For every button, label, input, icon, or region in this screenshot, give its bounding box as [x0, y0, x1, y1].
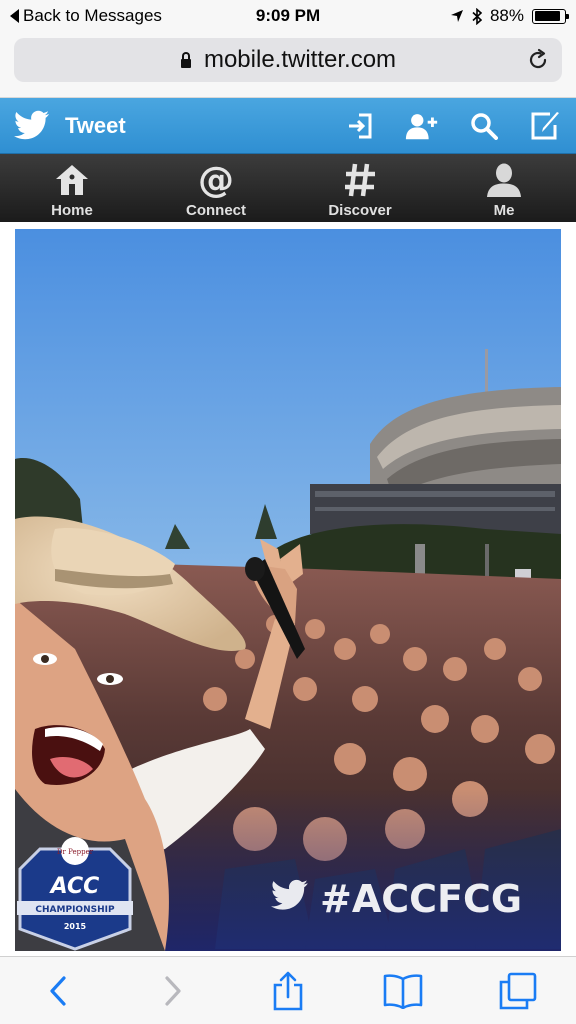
nav-item-connect[interactable]: @ Connect — [144, 154, 288, 222]
compose-button[interactable] — [528, 108, 564, 144]
nav-item-discover[interactable]: Discover — [288, 154, 432, 222]
badge-sponsor: Dr Pepper — [57, 848, 94, 856]
battery-percent: 88% — [489, 6, 524, 25]
back-button[interactable] — [34, 967, 82, 1015]
sign-in-button[interactable] — [342, 108, 378, 144]
battery-icon — [532, 8, 569, 24]
page-title: Tweet — [65, 113, 126, 138]
add-user-button[interactable] — [404, 108, 440, 144]
browser-chrome: mobile.twitter.com — [0, 32, 576, 98]
share-button[interactable] — [264, 967, 312, 1015]
house-icon — [56, 165, 88, 195]
twitter-header: Tweet — [0, 98, 576, 154]
acc-championship-badge: Dr Pepper ACC CHAMPIONSHIP 2015 — [17, 837, 133, 951]
tweet-media-area: Dr Pepper ACC CHAMPIONSHIP 2015 #ACCFCG — [0, 222, 576, 956]
url-text: mobile.twitter.com — [203, 46, 397, 73]
add-user-icon — [405, 114, 438, 140]
nav-label-discover: Discover — [328, 202, 392, 219]
browser-toolbar — [0, 956, 576, 1024]
status-right: 88% — [450, 6, 569, 26]
tabs-icon — [500, 972, 537, 1009]
nav-label-me: Me — [493, 202, 515, 219]
bookmarks-icon — [383, 973, 423, 1009]
search-button[interactable] — [466, 108, 502, 144]
lock-icon — [180, 52, 192, 68]
badge-acc: ACC — [49, 874, 100, 899]
tweet-photo[interactable]: Dr Pepper ACC CHAMPIONSHIP 2015 #ACCFCG — [15, 229, 561, 951]
badge-year: 2015 — [64, 922, 87, 931]
hashtag-icon — [345, 163, 375, 197]
nav-item-me[interactable]: Me — [432, 154, 576, 222]
share-icon — [273, 971, 303, 1010]
forward-button[interactable] — [149, 967, 197, 1015]
header-actions — [342, 108, 564, 144]
badge-championship: CHAMPIONSHIP — [35, 905, 115, 915]
nav-item-home[interactable]: Home — [0, 154, 144, 222]
battery-fill — [534, 11, 561, 21]
back-icon — [49, 975, 66, 1006]
location-arrow-icon — [450, 10, 463, 22]
hashtag-text: #ACCFCG — [320, 877, 522, 921]
bluetooth-icon — [472, 7, 482, 25]
bookmarks-button[interactable] — [379, 967, 427, 1015]
compose-icon — [531, 112, 559, 140]
forward-icon — [165, 975, 181, 1006]
sign-in-icon — [349, 113, 372, 139]
search-icon — [471, 113, 498, 140]
svg-text:@: @ — [198, 162, 234, 198]
person-icon — [487, 163, 521, 197]
nav-label-home: Home — [51, 202, 93, 219]
nav-label-connect: Connect — [186, 202, 246, 219]
reload-icon[interactable] — [526, 48, 550, 72]
twitter-bird-icon[interactable] — [14, 110, 50, 142]
selfie-photo-image: Dr Pepper ACC CHAMPIONSHIP 2015 #ACCFCG — [15, 229, 561, 951]
address-bar[interactable]: mobile.twitter.com — [14, 38, 562, 82]
status-bar: Back to Messages 9:09 PM 88% — [0, 0, 576, 32]
at-sign-icon: @ — [198, 162, 234, 198]
twitter-nav: Home @ Connect Discover Me — [0, 154, 576, 222]
tabs-button[interactable] — [494, 967, 542, 1015]
